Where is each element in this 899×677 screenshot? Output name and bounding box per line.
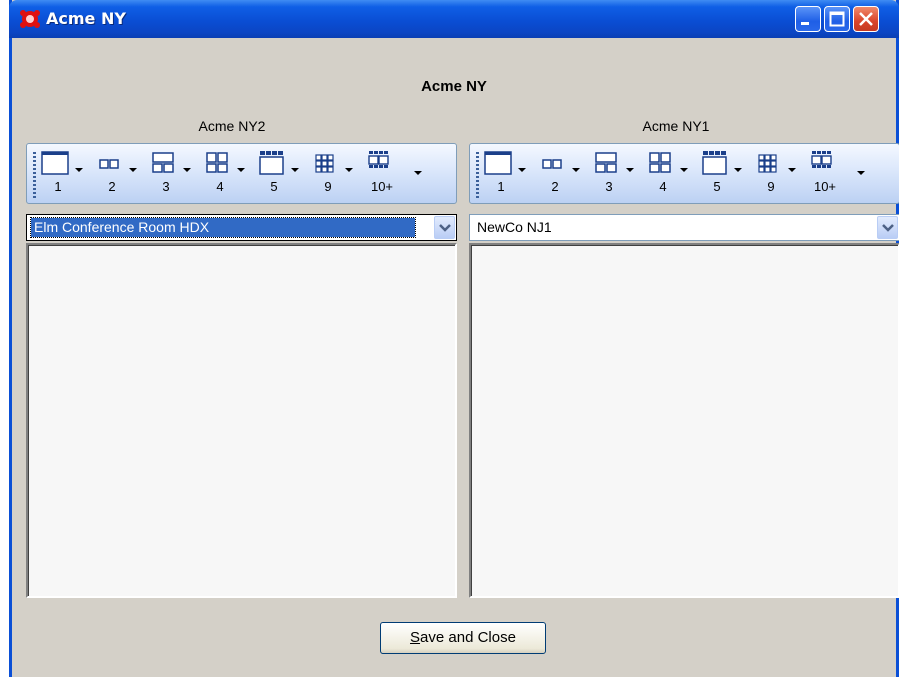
room-select-right[interactable]: NewCo NJ1 xyxy=(469,214,899,241)
layout-button[interactable]: 5 xyxy=(256,150,292,200)
layout-number: 3 xyxy=(162,179,170,194)
layout-button[interactable]: 3 xyxy=(591,150,627,200)
layout-number: 3 xyxy=(605,179,613,194)
layout-4-icon xyxy=(649,152,671,173)
save-label: ave and Close xyxy=(420,629,516,646)
layout-dropdown-arrow[interactable] xyxy=(788,168,796,172)
maximize-button[interactable] xyxy=(824,6,850,32)
layout-3-icon xyxy=(595,152,617,173)
layout-9-icon xyxy=(758,154,777,173)
layout-dropdown-arrow[interactable] xyxy=(183,168,191,172)
endpoint-panel-right: 1 2 3 4 5 9 10+ NewCo NJ1 xyxy=(469,143,899,598)
layout-number: 5 xyxy=(270,179,278,194)
layout-dropdown-arrow[interactable] xyxy=(237,168,245,172)
layout-button[interactable]: 9 xyxy=(753,150,789,200)
maximize-icon xyxy=(829,11,845,27)
app-logo-icon xyxy=(20,10,40,28)
layout-10-plus-icon xyxy=(368,151,389,168)
layout-button[interactable]: 2 xyxy=(537,150,573,200)
layout-dropdown-arrow[interactable] xyxy=(291,168,299,172)
layout-number: 2 xyxy=(108,179,116,194)
layout-dropdown-arrow[interactable] xyxy=(414,171,422,175)
layout-3-icon xyxy=(152,152,174,173)
layout-4-icon xyxy=(206,152,228,173)
layout-number: 10+ xyxy=(813,179,837,194)
dropdown-button[interactable] xyxy=(877,216,898,239)
layout-button[interactable]: 3 xyxy=(148,150,184,200)
layout-5-icon xyxy=(702,151,727,175)
layout-number: 9 xyxy=(324,179,332,194)
layout-dropdown-arrow[interactable] xyxy=(129,168,137,172)
window-title: Acme NY xyxy=(46,9,126,28)
layout-2-icon xyxy=(542,159,562,169)
toolbar-grip[interactable] xyxy=(33,152,36,198)
video-preview-left[interactable] xyxy=(26,243,457,598)
layout-button[interactable]: 4 xyxy=(645,150,681,200)
toolbar-grip[interactable] xyxy=(476,152,479,198)
page-title: Acme NY xyxy=(421,78,487,95)
room-select-value: NewCo NJ1 xyxy=(477,219,552,235)
layout-button[interactable]: 1 xyxy=(483,150,519,200)
layout-dropdown-arrow[interactable] xyxy=(345,168,353,172)
minimize-icon xyxy=(801,22,809,25)
save-and-close-button[interactable]: Save and Close xyxy=(380,622,546,654)
room-select-left[interactable]: Elm Conference Room HDX xyxy=(26,214,457,241)
layout-dropdown-arrow[interactable] xyxy=(857,171,865,175)
layout-9-icon xyxy=(315,154,334,173)
video-preview-right[interactable] xyxy=(469,243,899,598)
layout-number: 10+ xyxy=(370,179,394,194)
layout-button[interactable]: 1 xyxy=(40,150,76,200)
layout-dropdown-arrow[interactable] xyxy=(75,168,83,172)
layout-number: 9 xyxy=(767,179,775,194)
layout-dropdown-arrow[interactable] xyxy=(572,168,580,172)
close-button[interactable] xyxy=(853,6,879,32)
layout-dropdown-arrow[interactable] xyxy=(518,168,526,172)
layout-dropdown-arrow[interactable] xyxy=(734,168,742,172)
layout-number: 1 xyxy=(497,179,505,194)
layout-dropdown-arrow[interactable] xyxy=(626,168,634,172)
layout-button[interactable]: 2 xyxy=(94,150,130,200)
dialog-window: Acme NY Acme NY Acme NY2 1 2 3 4 5 9 10+ Elm C… xyxy=(9,0,899,677)
panel-label-right: Acme NY1 xyxy=(642,118,710,134)
layout-dropdown-arrow[interactable] xyxy=(680,168,688,172)
layout-button[interactable]: 9 xyxy=(310,150,346,200)
endpoint-panel-left: 1 2 3 4 5 9 10+ Elm Conference Room HDX xyxy=(26,143,457,598)
title-bar[interactable]: Acme NY xyxy=(9,0,899,38)
chevron-down-icon xyxy=(882,224,894,232)
layout-number: 2 xyxy=(551,179,559,194)
layout-button[interactable]: 4 xyxy=(202,150,238,200)
dropdown-button[interactable] xyxy=(434,216,455,239)
layout-button[interactable]: 10+ xyxy=(807,150,843,200)
room-select-value: Elm Conference Room HDX xyxy=(30,217,416,238)
layout-number: 4 xyxy=(659,179,667,194)
layout-10-plus-icon xyxy=(811,151,832,168)
layout-number: 4 xyxy=(216,179,224,194)
minimize-button[interactable] xyxy=(795,6,821,32)
layout-toolbar: 1 2 3 4 5 9 10+ xyxy=(26,143,457,204)
layout-number: 5 xyxy=(713,179,721,194)
layout-number: 1 xyxy=(54,179,62,194)
layout-2-icon xyxy=(99,159,119,169)
panel-label-left: Acme NY2 xyxy=(198,118,266,134)
layout-button[interactable]: 10+ xyxy=(364,150,400,200)
layout-button[interactable]: 5 xyxy=(699,150,735,200)
layout-1-icon xyxy=(41,151,69,175)
chevron-down-icon xyxy=(439,224,451,232)
layout-5-icon xyxy=(259,151,284,175)
close-icon xyxy=(859,12,873,26)
layout-1-icon xyxy=(484,151,512,175)
save-accelerator: S xyxy=(410,629,421,646)
layout-toolbar: 1 2 3 4 5 9 10+ xyxy=(469,143,899,204)
